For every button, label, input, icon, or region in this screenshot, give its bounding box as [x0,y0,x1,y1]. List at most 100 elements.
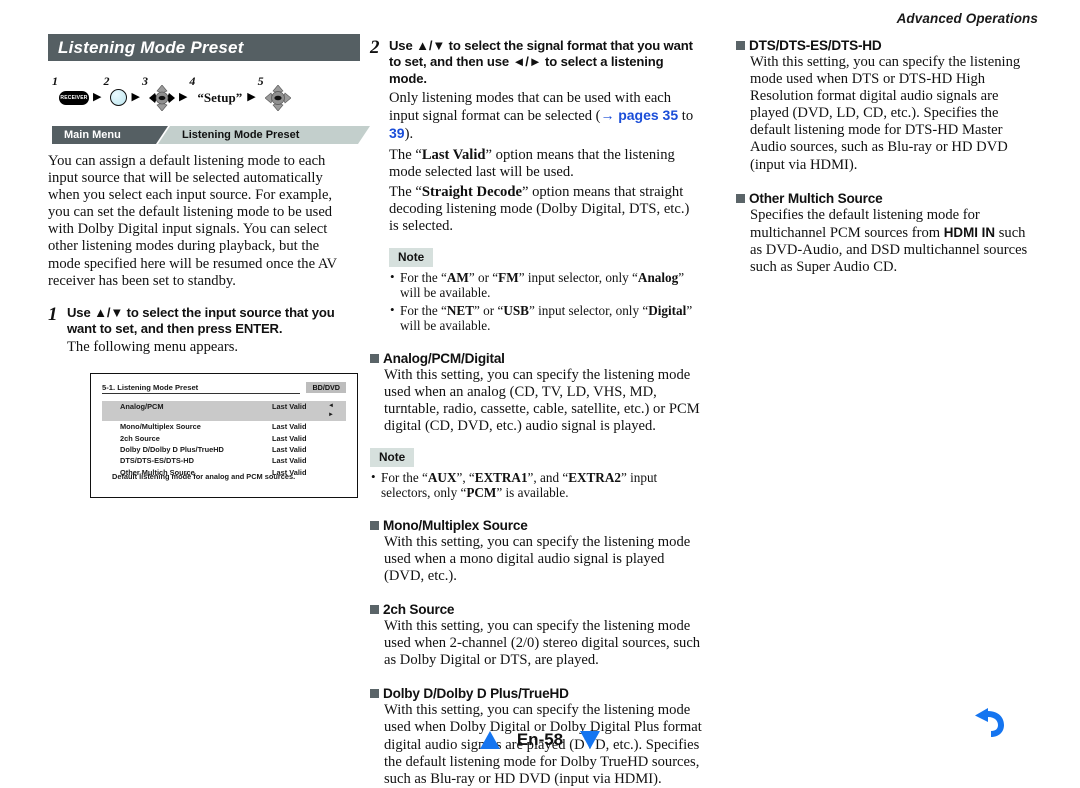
osd-row-value: Last Valid [272,444,307,454]
heading-other-multich-source: Other Multich Source [736,191,1040,206]
note-tag: Note [389,247,434,267]
bullet-square-icon [370,605,379,615]
osd-row-list: Analog/PCM Last Valid ◄ ► Mono/Multiplex… [102,400,346,478]
back-arrow-icon[interactable] [968,705,1008,748]
page-columns: Listening Mode Preset 1 RECEIVER ▶ 2 ▶ 3 [0,34,1080,787]
osd-row[interactable]: Dolby D/Dolby D Plus/TrueHD Last Valid [102,444,346,455]
step-2-lead-a: Use [389,38,417,53]
home-button-icon[interactable] [110,89,128,106]
step-number-2: 2 [103,74,110,88]
step-number-4: 4 [189,74,196,88]
note-mid: ”, “ [456,469,475,485]
step-2-p1-mid: to [678,108,694,125]
input-selector-usb: USB [503,302,529,318]
osd-spacer [328,445,342,454]
heading-dts-family: DTS/DTS-ES/DTS-HD [736,38,1040,53]
analog-option: Analog [637,269,679,285]
prev-page-arrow-icon[interactable] [479,730,501,750]
intro-paragraph: You can assign a default listening mode … [48,153,337,289]
heading-text: Other Multich Source [749,190,883,206]
osd-row-value: Last Valid [272,401,307,411]
page-reference-link[interactable]: pages 35 [618,107,678,123]
bullet-square-icon [370,689,379,699]
step-2-paragraph-1: Only listening modes that can be used wi… [389,90,702,143]
next-page-arrow-icon[interactable] [579,730,601,750]
receiver-button-icon[interactable]: RECEIVER [59,90,89,105]
last-valid-option-label: Last Valid [421,146,486,163]
dpad-enter-icon[interactable] [264,84,291,111]
input-selector-extra1: EXTRA1 [474,469,528,485]
note-list: For the “AUX”, “EXTRA1”, and “EXTRA2” in… [370,469,702,501]
osd-spacer [328,434,342,443]
step-1-lead-end: . [278,321,283,337]
note-tag: Note [370,447,415,467]
input-selector-net: NET [446,302,475,318]
note-list: For the “AM” or “FM” input selector, onl… [389,269,702,334]
page-reference-link-39[interactable]: 39 [389,125,405,141]
step-2-p2-a: The “ [389,146,422,163]
breadcrumb-level-1[interactable]: Main Menu [64,129,121,141]
osd-row-label: Analog/PCM [120,401,164,411]
step-1-number: 1 [48,303,58,325]
step-2-number: 2 [370,37,380,58]
digital-option: Digital [648,302,687,318]
step-2-paragraph-3: The “Straight Decode” option means that … [389,184,702,235]
osd-row-label: 2ch Source [120,433,160,443]
flow-arrow-icon: ▶ [178,90,188,103]
page-footer: En-58 [0,730,1080,750]
heading-text: Dolby D/Dolby D Plus/TrueHD [383,686,569,702]
osd-row-label: Dolby D/Dolby D Plus/TrueHD [120,444,224,454]
osd-row-value: Last Valid [272,433,307,443]
body-analog-pcm-digital: With this setting, you can specify the l… [384,366,700,434]
hdmi-in-label: HDMI IN [943,224,996,240]
input-selector-extra2: EXTRA2 [568,469,621,485]
note-mid: ” or “ [468,269,499,285]
note-item: For the “AUX”, “EXTRA1”, and “EXTRA2” in… [370,469,702,501]
step-2-instruction: Use ▲/▼ to select the signal format that… [389,38,702,87]
page-reference-arrow-icon: → [600,107,615,124]
breadcrumb-level-2[interactable]: Listening Mode Preset [182,129,299,141]
note-mid: ” or “ [474,302,504,318]
bullet-square-icon [736,193,745,203]
osd-spacer [328,422,342,431]
osd-row-value: Last Valid [272,422,307,432]
body-2ch-source: With this setting, you can specify the l… [384,618,701,669]
step-1-instruction: Use ▲/▼ to select the input source that … [67,305,344,338]
leftright-arrow-icon: ◄/► [512,54,542,70]
running-head: Advanced Operations [896,11,1038,26]
numbered-step-1: 1 Use ▲/▼ to select the input source tha… [48,305,344,356]
heading-text: Analog/PCM/Digital [383,350,505,366]
osd-input-badge: BD/DVD [306,381,346,393]
step-2-paragraph-2: The “Last Valid” option means that the l… [389,147,702,181]
column-middle: 2 Use ▲/▼ to select the signal format th… [360,34,720,787]
osd-row[interactable]: Mono/Multiplex Source Last Valid [102,421,346,432]
note-tail: ” is available. [496,485,569,501]
osd-row[interactable]: 2ch Source Last Valid [102,432,346,443]
note-pre: For the “ [381,469,428,485]
step-2-p3-a: The “ [389,183,422,200]
column-left: Listening Mode Preset 1 RECEIVER ▶ 2 ▶ 3 [0,34,370,704]
note-item: For the “AM” or “FM” input selector, onl… [389,269,702,301]
step-1-subtext: The following menu appears. [67,338,239,355]
osd-row-label: Mono/Multiplex Source [120,422,201,432]
column-right: DTS/DTS-ES/DTS-HD With this setting, you… [720,34,1080,704]
note-post: ” input selector, only “ [518,269,638,285]
straight-decode-option-label: Straight Decode [421,183,522,200]
osd-screen-illustration: 5-1. Listening Mode Preset BD/DVD Analog… [90,372,358,498]
note-pre: For the “ [400,269,447,285]
dpad-left-right-icon[interactable] [148,84,175,111]
heading-dolby-d-trueHD: Dolby D/Dolby D Plus/TrueHD [370,686,702,701]
osd-title: 5-1. Listening Mode Preset [102,383,301,394]
osd-footer-hint: Default listening mode for analog and PC… [112,471,296,481]
flow-arrow-icon: ▶ [93,90,102,103]
updown-arrow-icon: ▲/▼ [416,38,446,53]
flow-arrow-icon: ▶ [247,90,256,103]
step-number-3: 3 [141,74,148,88]
enter-key-label: ENTER [235,321,279,337]
bullet-square-icon [370,520,379,530]
pcm-option: PCM [466,485,497,501]
step-number-1: 1 [52,74,58,88]
osd-leftright-arrows-icon: ◄ ► [328,402,335,418]
osd-row[interactable]: DTS/DTS-ES/DTS-HD Last Valid [102,455,346,466]
osd-row[interactable]: Analog/PCM Last Valid ◄ ► [102,400,346,422]
